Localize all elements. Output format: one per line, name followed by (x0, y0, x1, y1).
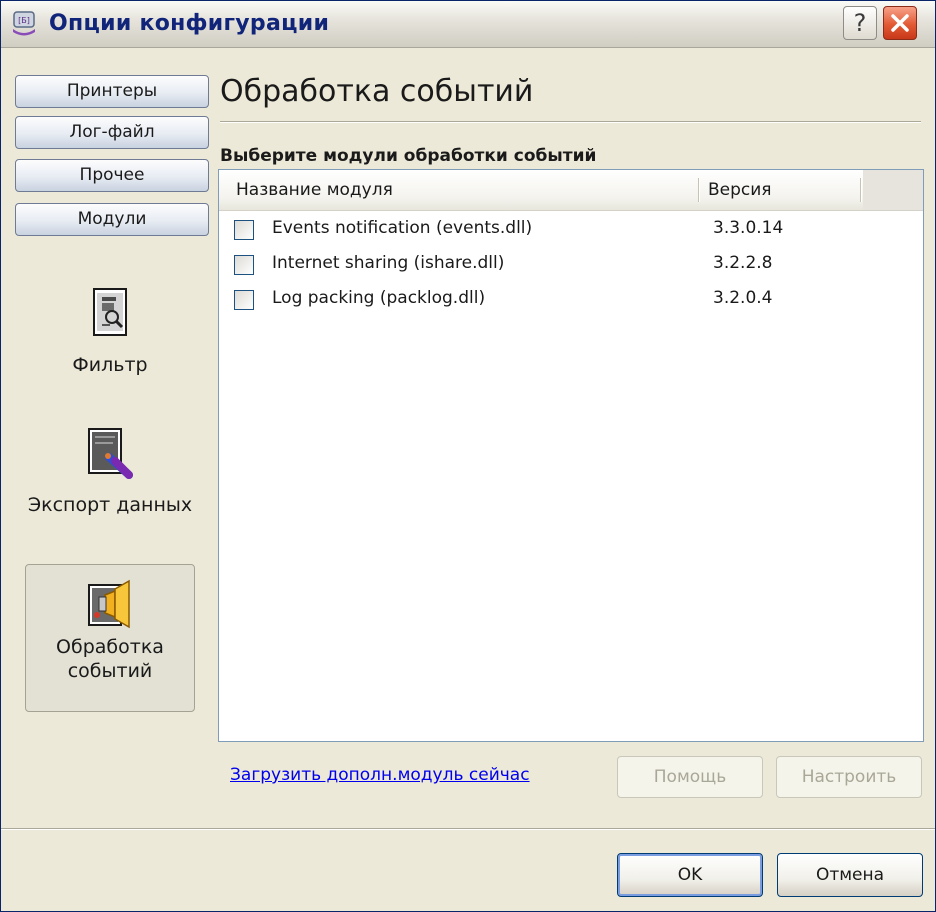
help-button[interactable]: Помощь (617, 756, 763, 798)
title-bar[interactable]: [Б] Опции конфигурации ? (1, 1, 935, 48)
filter-icon (93, 288, 127, 336)
list-item[interactable]: Internet sharing (ishare.dll) 3.2.2.8 (219, 247, 923, 282)
export-icon (88, 428, 133, 479)
nav-button-other[interactable]: Прочее (15, 159, 209, 192)
title-divider (220, 121, 921, 123)
list-header: Название модуля Версия (219, 170, 923, 211)
svg-text:[Б]: [Б] (18, 16, 30, 25)
tool-export-label: Экспорт данных (27, 494, 193, 516)
module-checkbox[interactable] (234, 220, 254, 240)
module-name: Log packing (packlog.dll) (272, 288, 486, 308)
configure-button[interactable]: Настроить (776, 756, 922, 798)
nav-button-modules[interactable]: Модули (15, 203, 209, 236)
module-checkbox[interactable] (234, 290, 254, 310)
module-checkbox[interactable] (234, 255, 254, 275)
module-version: 3.3.0.14 (713, 218, 784, 238)
ok-button[interactable]: OK (617, 853, 763, 897)
tool-export-data[interactable]: Экспорт данных (25, 423, 195, 563)
column-header-filler (863, 170, 923, 210)
tool-filter[interactable]: Фильтр (25, 283, 195, 399)
column-header-module-name[interactable]: Название модуля (236, 180, 393, 200)
module-name: Internet sharing (ishare.dll) (272, 253, 505, 273)
tool-event-handling-label: Обработка событий (56, 636, 164, 682)
page-title: Обработка событий (220, 74, 534, 109)
tool-event-handling[interactable]: Обработка событий (25, 564, 195, 712)
close-button[interactable] (883, 6, 917, 40)
app-icon: [Б] (13, 11, 35, 36)
event-handling-icon (88, 579, 130, 629)
column-divider[interactable] (860, 178, 862, 202)
list-item[interactable]: Events notification (events.dll) 3.3.0.1… (219, 212, 923, 247)
module-version: 3.2.2.8 (713, 253, 773, 273)
left-nav-panel: Принтеры Лог-файл Прочее Модули Фильтр Э… (1, 48, 210, 816)
modules-list[interactable]: Название модуля Версия Events notificati… (218, 169, 924, 742)
column-divider[interactable] (698, 178, 700, 202)
nav-button-printers[interactable]: Принтеры (15, 75, 209, 108)
tool-filter-label: Фильтр (72, 354, 148, 376)
question-icon: ? (853, 9, 867, 37)
help-title-button[interactable]: ? (843, 6, 877, 40)
module-name: Events notification (events.dll) (272, 218, 533, 238)
window-title: Опции конфигурации (49, 11, 330, 36)
section-label: Выберите модули обработки событий (220, 146, 597, 166)
nav-button-log-file[interactable]: Лог-файл (15, 116, 209, 149)
list-item[interactable]: Log packing (packlog.dll) 3.2.0.4 (219, 282, 923, 317)
cancel-button[interactable]: Отмена (777, 853, 923, 897)
footer-divider (1, 828, 935, 830)
download-module-link[interactable]: Загрузить дополн.модуль сейчас (230, 765, 530, 785)
close-icon (891, 14, 909, 32)
config-options-dialog: [Б] Опции конфигурации ? Принтеры Лог-фа… (0, 0, 936, 912)
column-header-version[interactable]: Версия (708, 180, 772, 200)
module-version: 3.2.0.4 (713, 288, 773, 308)
